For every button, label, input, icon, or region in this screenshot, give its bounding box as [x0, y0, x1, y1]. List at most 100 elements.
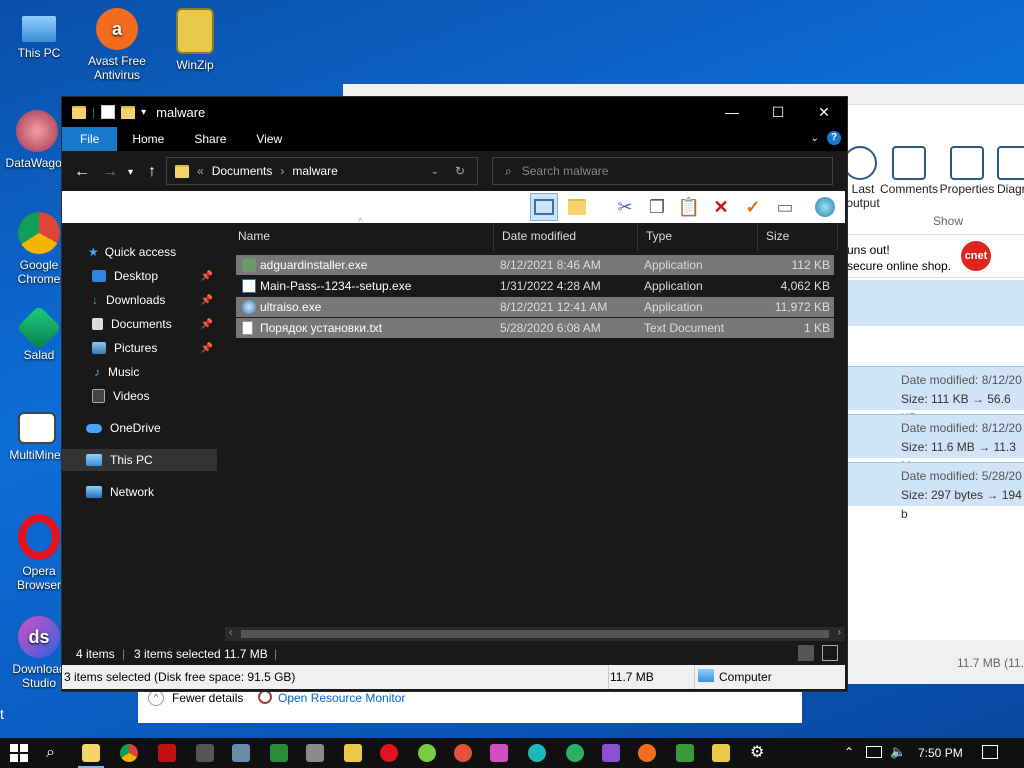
globe-icon[interactable] [814, 196, 836, 218]
breadcrumb-overflow[interactable]: « [197, 164, 204, 178]
app-taskbar-icon[interactable] [528, 744, 546, 762]
tab-view[interactable]: View [241, 127, 297, 151]
tab-share[interactable]: Share [179, 127, 241, 151]
column-header-size[interactable]: Size [758, 223, 838, 251]
nav-item-network[interactable]: Network [62, 481, 217, 503]
recent-locations-chevron-icon[interactable]: ▾ [128, 167, 133, 178]
avast-taskbar-icon[interactable] [638, 744, 656, 762]
nav-item-quick-access[interactable]: ★ Quick access [62, 241, 217, 263]
nav-item-videos[interactable]: Videos [62, 385, 217, 407]
minimize-button[interactable]: — [709, 97, 755, 127]
app-taskbar-icon[interactable] [712, 744, 730, 762]
app-taskbar-icon[interactable] [676, 744, 694, 762]
horizontal-scrollbar[interactable]: ‹ › [225, 627, 845, 641]
scroll-right-icon[interactable]: › [838, 627, 841, 638]
app-taskbar-icon[interactable] [602, 744, 620, 762]
nav-item-downloads[interactable]: ↓ Downloads 📌 [62, 289, 217, 311]
delete-icon[interactable]: ✕ [710, 196, 732, 218]
desktop-icon-winzip[interactable]: WinZip [156, 8, 234, 72]
pin-icon[interactable]: 📌 [201, 271, 213, 282]
diagnostics-button[interactable]: Diagr [997, 146, 1024, 196]
app-taskbar-icon[interactable] [344, 744, 362, 762]
forward-arrow-icon[interactable]: → [102, 163, 118, 181]
preview-pane-icon[interactable] [530, 193, 558, 221]
column-header-type[interactable]: Type [638, 223, 758, 251]
desktop-icon-avast[interactable]: a Avast Free Antivirus [78, 8, 156, 82]
app-taskbar-icon[interactable] [418, 744, 436, 762]
network-tray-icon[interactable] [866, 746, 882, 758]
cut-icon[interactable]: ✂ [614, 196, 636, 218]
notification-icon[interactable] [982, 745, 998, 759]
detail-card[interactable]: Date modified: 8/12/20 Size: 11.6 MB → 1… [847, 414, 1024, 473]
volume-muted-icon[interactable]: 🔈 [890, 744, 906, 760]
breadcrumb-malware[interactable]: malware [292, 164, 337, 178]
opera-taskbar-icon[interactable] [380, 744, 398, 762]
show-hidden-icons-chevron[interactable]: ⌃ [844, 745, 854, 759]
app-taskbar-icon[interactable] [270, 744, 288, 762]
download-studio-taskbar-icon[interactable] [490, 744, 508, 762]
nav-item-documents[interactable]: Documents 📌 [62, 313, 217, 335]
desktop-icon-this-pc[interactable]: This PC [0, 8, 78, 60]
back-arrow-icon[interactable]: ← [74, 163, 90, 181]
pin-icon[interactable]: 📌 [201, 319, 213, 330]
fewer-details-button[interactable]: Fewer details [172, 691, 243, 705]
app-taskbar-icon[interactable] [454, 744, 472, 762]
gear-icon[interactable]: ⚙ [750, 744, 768, 762]
nav-item-this-pc[interactable]: This PC [62, 449, 217, 471]
maximize-button[interactable]: ☐ [755, 97, 801, 127]
scroll-left-icon[interactable]: ‹ [229, 627, 232, 638]
new-folder-icon[interactable] [121, 105, 136, 119]
app-taskbar-icon[interactable] [566, 744, 584, 762]
expand-ribbon-icon[interactable]: ⌄ [811, 133, 819, 144]
column-header-name[interactable]: Name [230, 223, 494, 251]
7zip-taskbar-icon[interactable] [196, 744, 214, 762]
file-row[interactable]: Main-Pass--1234--setup.exe 1/31/2022 4:2… [236, 276, 834, 296]
close-button[interactable]: ✕ [801, 97, 847, 127]
app-taskbar-icon[interactable] [306, 744, 324, 762]
clock[interactable]: 7:50 PM [918, 746, 963, 760]
pin-icon[interactable]: 📌 [201, 295, 213, 306]
paste-icon[interactable]: 📋 [678, 196, 700, 218]
search-icon[interactable]: ⌕ [46, 744, 64, 762]
nav-item-music[interactable]: ♪ Music [62, 361, 217, 383]
nav-item-desktop[interactable]: Desktop 📌 [62, 265, 217, 287]
file-explorer-taskbar-icon[interactable] [82, 744, 100, 762]
scrollbar-thumb[interactable] [241, 630, 829, 638]
detail-card[interactable]: Date modified: 5/28/20 Size: 297 bytes →… [847, 462, 1024, 521]
windows-start-icon[interactable] [10, 744, 28, 762]
chrome-taskbar-icon[interactable] [120, 744, 138, 762]
chevron-down-icon[interactable]: ▾ [594, 196, 616, 218]
details-view-icon[interactable] [798, 645, 814, 661]
file-row[interactable]: adguardinstaller.exe 8/12/2021 8:46 AM A… [236, 255, 834, 275]
app-taskbar-icon[interactable] [158, 744, 176, 762]
chevron-up-icon[interactable]: ^ [148, 690, 164, 706]
refresh-icon[interactable]: ↻ [455, 164, 465, 178]
address-bar[interactable]: « Documents › malware ⌄ ↻ [166, 157, 478, 185]
properties-button[interactable]: Properties [939, 146, 995, 196]
address-dropdown-icon[interactable]: ⌄ [431, 166, 439, 177]
large-icons-view-icon[interactable] [822, 645, 838, 661]
file-row[interactable]: Порядок установки.txt 5/28/2020 6:08 AM … [236, 318, 834, 338]
chevron-down-icon[interactable]: ▾ [141, 107, 146, 118]
ad-banner[interactable]: uns out! secure online shop. cnet [843, 234, 1024, 278]
help-button[interactable]: ? [827, 131, 841, 145]
detail-card[interactable]: Date modified: 8/12/20 Size: 111 KB → 56… [847, 366, 1024, 425]
checkmark-icon[interactable]: ✓ [742, 196, 764, 218]
properties-check-icon[interactable] [101, 105, 116, 119]
search-box[interactable]: ⌕ Search malware [492, 157, 833, 185]
app-taskbar-icon[interactable] [232, 744, 250, 762]
up-arrow-icon[interactable]: ↑ [148, 163, 156, 181]
pin-icon[interactable]: 📌 [201, 343, 213, 354]
file-row[interactable]: ultraiso.exe 8/12/2021 12:41 AM Applicat… [236, 297, 834, 317]
breadcrumb-documents[interactable]: Documents [212, 164, 273, 178]
copy-icon[interactable]: ❐ [646, 196, 668, 218]
nav-item-onedrive[interactable]: OneDrive [62, 417, 217, 439]
open-resource-monitor-link[interactable]: Open Resource Monitor [278, 691, 405, 705]
tab-file[interactable]: File [62, 127, 118, 151]
nav-item-pictures[interactable]: Pictures 📌 [62, 337, 217, 359]
tab-home[interactable]: Home [117, 127, 179, 151]
rename-icon[interactable]: ▭ [774, 196, 796, 218]
comments-button[interactable]: Comments [879, 146, 939, 196]
folder-options-icon[interactable] [566, 196, 588, 218]
column-header-date[interactable]: Date modified [494, 223, 638, 251]
